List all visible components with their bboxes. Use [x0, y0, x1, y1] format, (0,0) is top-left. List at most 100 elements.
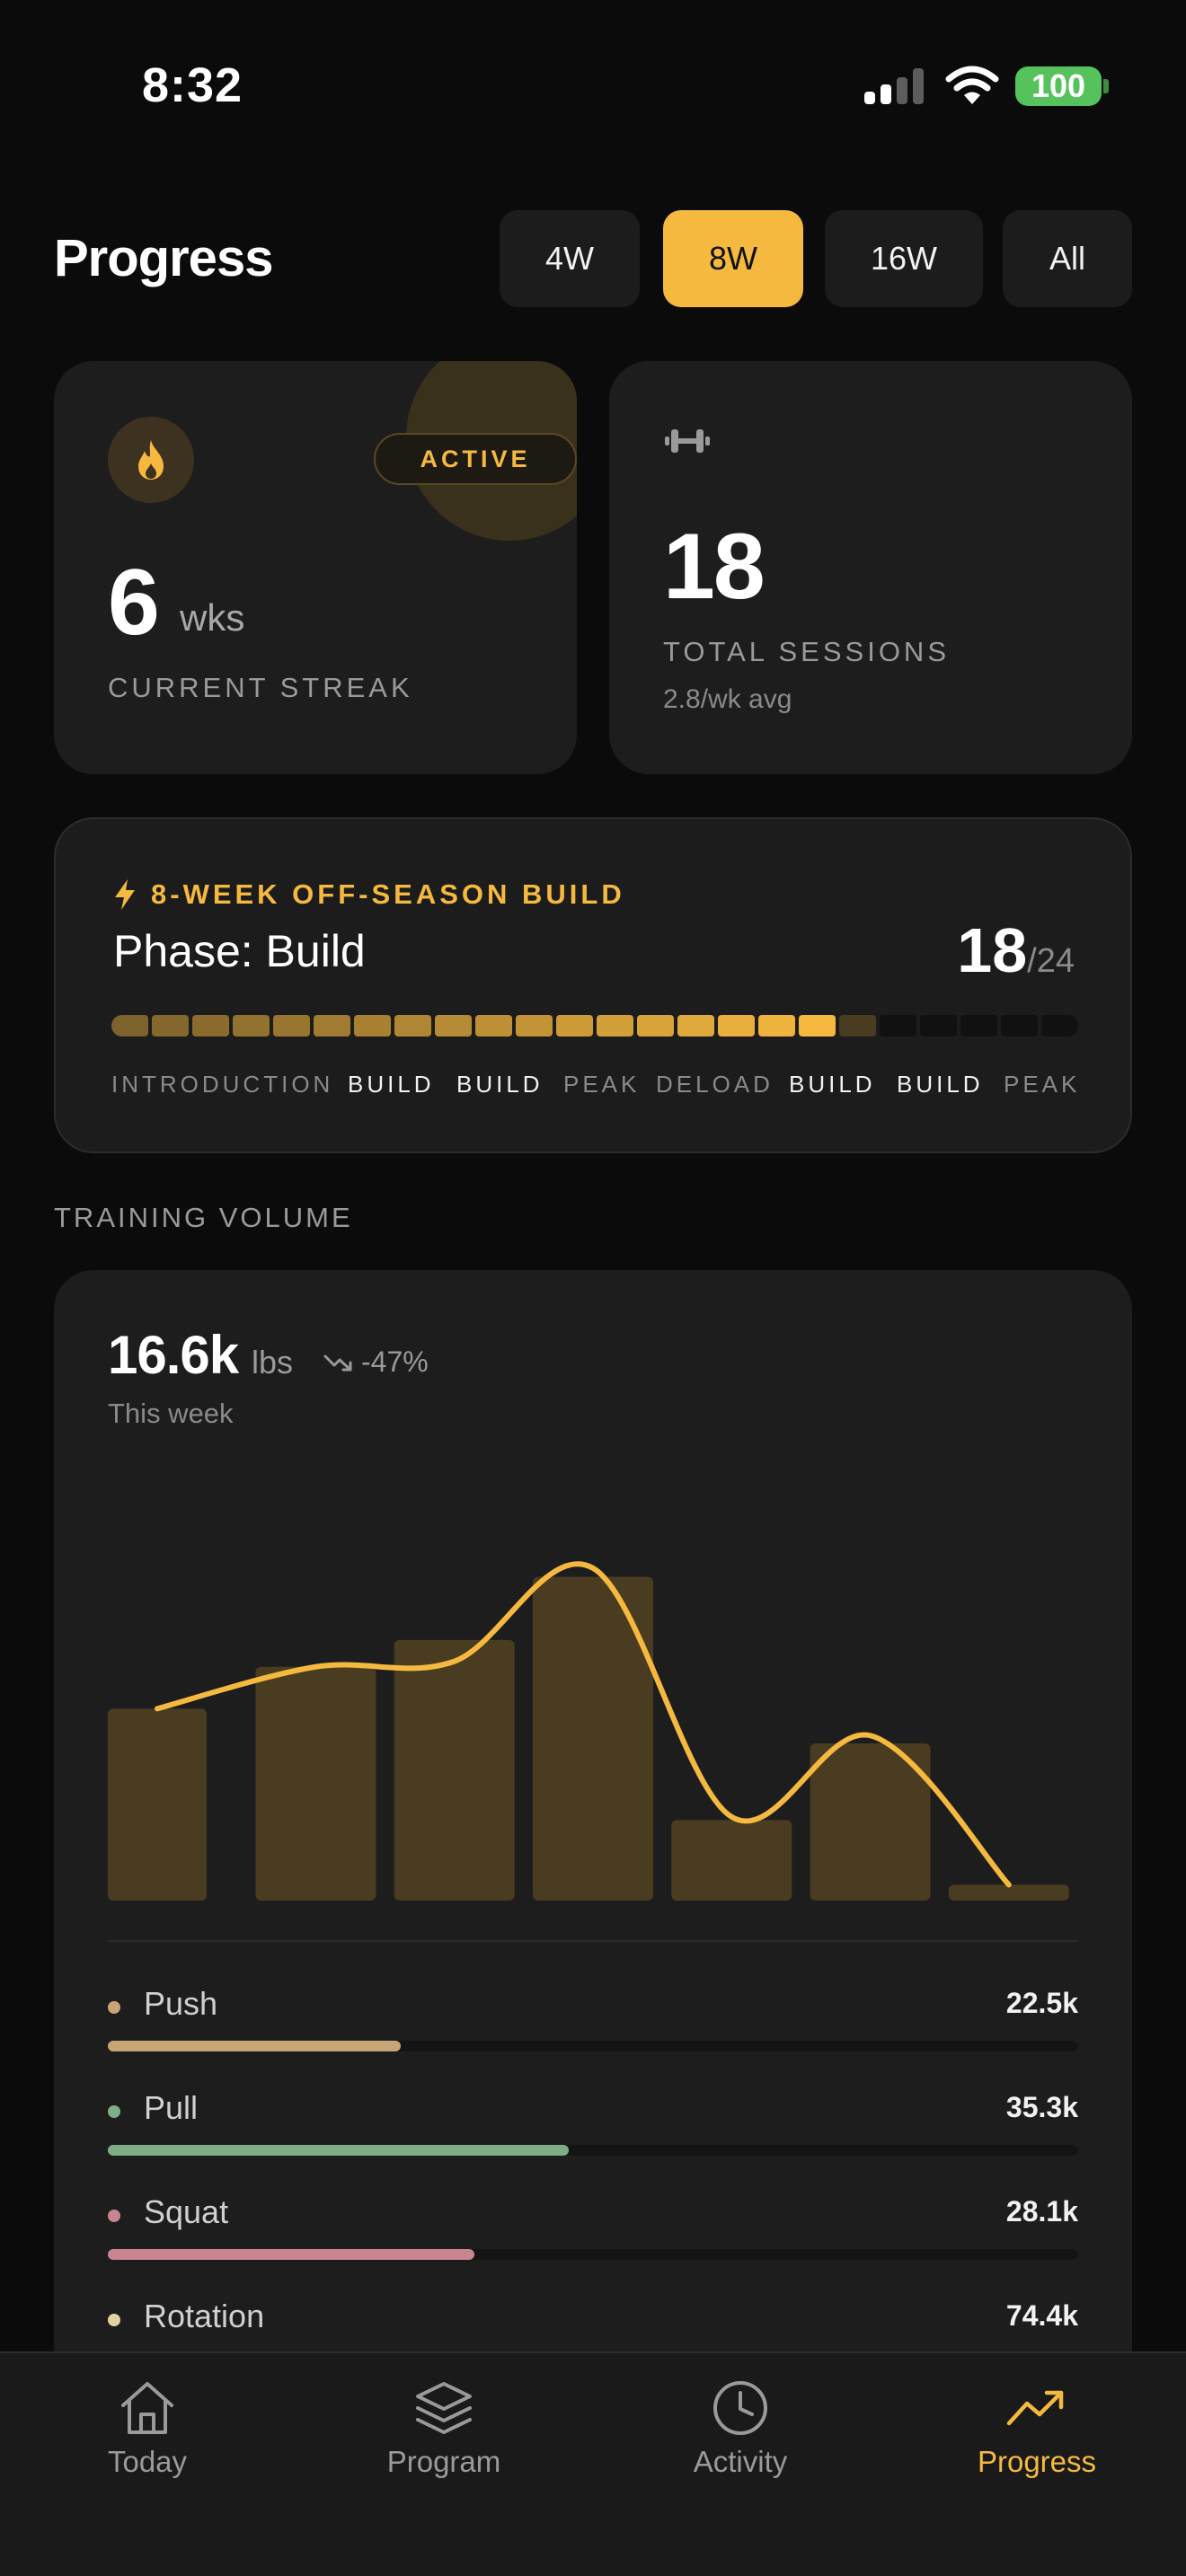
volume-value: 16.6k [108, 1325, 239, 1385]
volume-delta: -47% [323, 1345, 429, 1379]
category-row-pull: Pull 35.3k [108, 2089, 1078, 2170]
category-dot [108, 2105, 120, 2118]
streak-card[interactable]: ACTIVE 6 wks CURRENT STREAK [54, 361, 577, 774]
progress-segment [435, 1015, 472, 1037]
category-fill [108, 2041, 402, 2051]
category-value: 35.3k [1005, 2091, 1078, 2123]
tab-label: Today [107, 2445, 188, 2478]
range-tab-all[interactable]: All [1003, 210, 1132, 307]
category-value: 22.5k [1005, 1987, 1078, 2019]
sessions-card[interactable]: 18 TOTAL SESSIONS 2.8/wk avg [609, 361, 1132, 774]
progress-segment [475, 1015, 512, 1037]
sessions-avg: 2.8/wk avg [663, 684, 792, 714]
category-dot [108, 2314, 120, 2326]
wifi-icon [945, 66, 999, 104]
section-title-volume: TRAINING VOLUME [54, 1202, 353, 1233]
program-name: 8-WEEK OFF-SEASON BUILD [151, 878, 625, 910]
tab-progress[interactable]: Progress [929, 2377, 1145, 2502]
program-card[interactable]: 8-WEEK OFF-SEASON BUILD Phase: Build 18/… [54, 817, 1132, 1153]
category-dot [108, 2210, 120, 2222]
progress-segment [960, 1015, 997, 1037]
status-time: 8:32 [142, 58, 243, 112]
chart-bar [394, 1639, 515, 1901]
progress-segment [1001, 1015, 1038, 1037]
volume-chart [108, 1561, 1069, 1901]
volume-divider [108, 1940, 1078, 1942]
tab-bar: Today Program Activity Progress [0, 2351, 1186, 2576]
chart-bar [108, 1708, 207, 1901]
dumbbell-icon [665, 429, 710, 453]
progress-segment [394, 1015, 431, 1037]
battery-icon: 100 [1015, 66, 1102, 106]
progress-segment [556, 1015, 593, 1037]
progress-segment [920, 1015, 957, 1037]
category-fill [108, 2249, 475, 2260]
category-name: Squat [144, 2193, 229, 2230]
category-fill [108, 2145, 569, 2156]
progress-segment [758, 1015, 795, 1037]
range-tab-4w[interactable]: 4W [500, 210, 640, 307]
category-track [108, 2249, 1078, 2260]
progress-segment [516, 1015, 553, 1037]
streak-value: 6 [108, 551, 160, 655]
progress-segment [314, 1015, 350, 1037]
trending-up-icon [1006, 2390, 1064, 2426]
streak-active-badge: ACTIVE [374, 433, 577, 485]
battery-nub [1103, 79, 1109, 93]
flame-badge [108, 417, 194, 503]
phase-label-build: BUILD [897, 1071, 984, 1098]
session-total: /24 [1027, 942, 1075, 980]
volume-unit: lbs [252, 1344, 294, 1381]
category-row-squat: Squat 28.1k [108, 2193, 1078, 2274]
progress-segment [880, 1015, 916, 1037]
phase-label-build: BUILD [348, 1071, 435, 1098]
tab-activity[interactable]: Activity [633, 2377, 848, 2502]
range-tab-8w[interactable]: 8W [663, 210, 803, 307]
session-completed: 18 [957, 915, 1028, 985]
phase-label-peak: PEAK [1004, 1071, 1081, 1098]
tab-label: Progress [977, 2445, 1097, 2478]
category-track [108, 2145, 1078, 2156]
progress-segment [354, 1015, 391, 1037]
progress-segment [111, 1015, 148, 1037]
volume-delta-value: -47% [361, 1345, 429, 1378]
category-value: 28.1k [1005, 2195, 1078, 2228]
progress-segment [1041, 1015, 1078, 1037]
category-name: Push [144, 1985, 218, 2022]
tab-program[interactable]: Program [336, 2377, 552, 2502]
progress-segment [637, 1015, 674, 1037]
progress-segment [152, 1015, 189, 1037]
streak-label: CURRENT STREAK [108, 672, 413, 703]
volume-period: This week [108, 1398, 234, 1429]
page-title: Progress [54, 229, 273, 287]
bolt-icon [115, 879, 135, 910]
range-tab-16w[interactable]: 16W [825, 210, 983, 307]
tab-label: Activity [693, 2445, 788, 2478]
session-count: 18/24 [957, 914, 1075, 986]
progress-segment [718, 1015, 755, 1037]
layers-icon [416, 2382, 472, 2434]
tab-today[interactable]: Today [40, 2377, 255, 2502]
phase-title: Phase: Build [113, 926, 366, 976]
phase-label-deload: DELOAD [656, 1071, 774, 1098]
phase-label-build: BUILD [789, 1071, 876, 1098]
progress-segment [839, 1015, 876, 1037]
category-track [108, 2041, 1078, 2051]
program-kicker: 8-WEEK OFF-SEASON BUILD [113, 878, 625, 911]
progress-segment [233, 1015, 270, 1037]
sessions-value: 18 [663, 515, 766, 619]
category-name: Pull [144, 2089, 199, 2126]
clock-icon [713, 2381, 767, 2435]
signal-icon [864, 68, 925, 104]
tab-label: Program [386, 2445, 501, 2478]
category-dot [108, 2001, 120, 2014]
phase-label-introduction: INTRODUCTION [111, 1071, 334, 1098]
progress-segment [273, 1015, 310, 1037]
sessions-label: TOTAL SESSIONS [663, 636, 951, 667]
status-bar: 8:32 100 [0, 0, 1186, 171]
progress-segment [677, 1015, 714, 1037]
chart-bar [671, 1820, 792, 1901]
phase-label-build: BUILD [456, 1071, 544, 1098]
phase-labels: INTRODUCTION BUILD BUILD PEAK DELOAD BUI… [111, 1071, 1078, 1107]
progress-segment [597, 1015, 633, 1037]
